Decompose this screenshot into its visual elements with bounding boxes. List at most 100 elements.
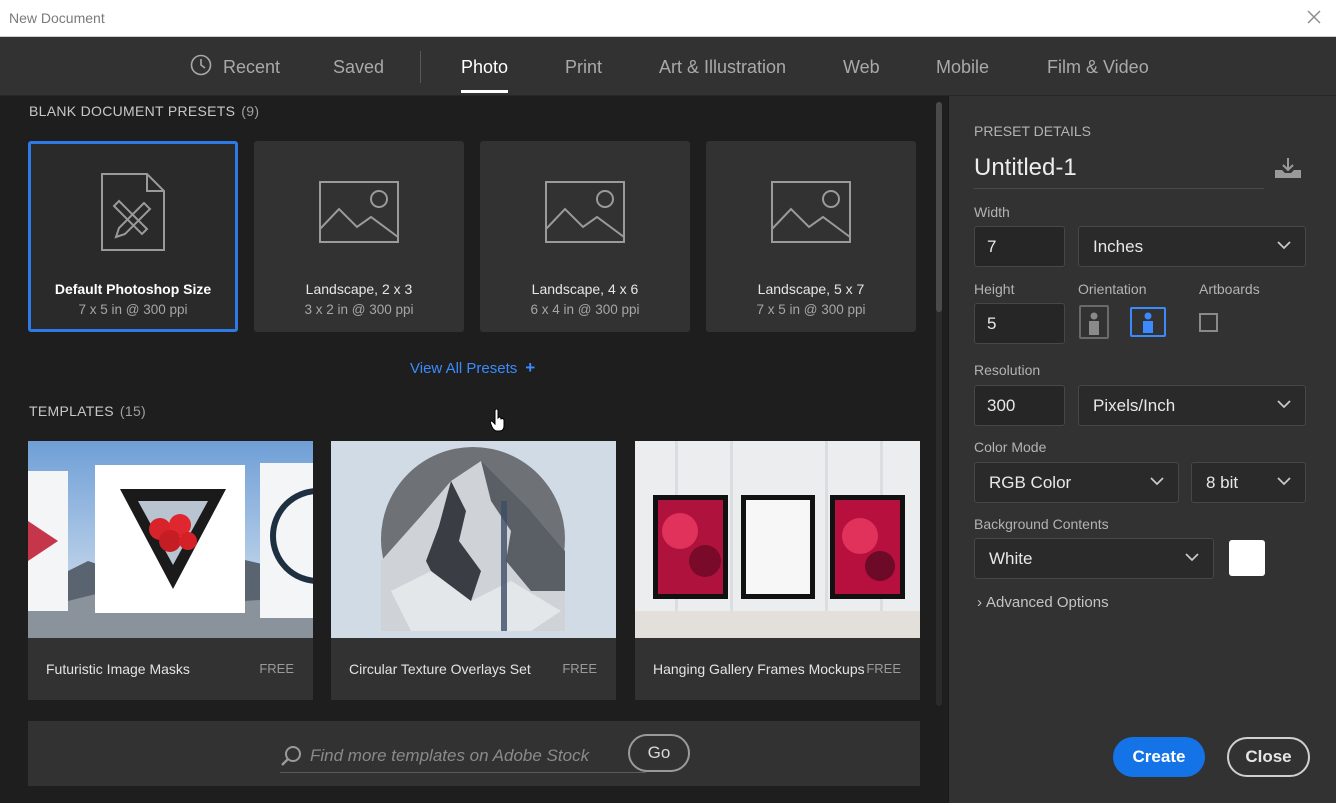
landscape-orientation-button[interactable]: [1130, 307, 1166, 337]
search-icon: [281, 746, 301, 766]
preset-details-panel: PRESET DETAILS Untitled-1 Width 7 Inches…: [948, 96, 1336, 803]
artboards-label: Artboards: [1199, 281, 1260, 297]
templates-section-header: TEMPLATES (15): [29, 403, 146, 419]
presets-section-label: BLANK DOCUMENT PRESETS: [29, 103, 236, 119]
template-card-circular-texture[interactable]: Circular Texture Overlays Set FREE: [331, 441, 616, 700]
height-input[interactable]: 5: [974, 303, 1065, 344]
artboards-checkbox[interactable]: [1199, 313, 1218, 332]
close-button[interactable]: Close: [1227, 737, 1310, 777]
resolution-input[interactable]: 300: [974, 385, 1065, 426]
templates-count: (15): [119, 403, 147, 419]
tab-print[interactable]: Print: [565, 57, 602, 78]
preset-name: Landscape, 4 x 6: [531, 281, 639, 297]
preset-name: Landscape, 5 x 7: [757, 281, 865, 297]
color-mode-select[interactable]: RGB Color: [974, 462, 1179, 503]
active-tab-underline: [461, 90, 509, 93]
template-name: Circular Texture Overlays Set: [349, 661, 531, 677]
templates-section-label: TEMPLATES: [29, 403, 114, 419]
template-price: FREE: [562, 661, 597, 676]
width-label: Width: [974, 204, 1010, 220]
view-all-presets-link[interactable]: View All Presets +: [410, 358, 535, 378]
background-color-swatch[interactable]: [1229, 540, 1265, 576]
resolution-label: Resolution: [974, 362, 1041, 378]
advanced-options-toggle[interactable]: › Advanced Options: [977, 594, 1109, 611]
tab-film-video[interactable]: Film & Video: [1047, 57, 1149, 78]
preset-details: 6 x 4 in @ 300 ppi: [530, 302, 640, 317]
preset-name: Default Photoshop Size: [54, 281, 212, 297]
chevron-down-icon: [1277, 477, 1291, 486]
width-unit-select[interactable]: Inches: [1078, 226, 1306, 267]
title-bar: New Document: [0, 0, 1336, 37]
chevron-right-icon: ›: [977, 594, 982, 611]
resolution-unit-value: Pixels/Inch: [1093, 396, 1176, 415]
template-price: FREE: [259, 661, 294, 676]
color-mode-value: RGB Color: [989, 473, 1072, 492]
preset-details: 7 x 5 in @ 300 ppi: [756, 302, 866, 317]
document-pencil-ruler-icon: [101, 173, 165, 251]
template-thumbnail-futuristic-masks: [28, 441, 313, 638]
chevron-down-icon: [1185, 553, 1199, 562]
background-contents-label: Background Contents: [974, 516, 1109, 532]
image-placeholder-icon: [771, 181, 851, 243]
presets-section-header: BLANK DOCUMENT PRESETS (9): [29, 103, 259, 119]
advanced-options-label: Advanced Options: [986, 594, 1109, 611]
stock-search-input[interactable]: [310, 743, 640, 769]
portrait-orientation-button[interactable]: [1079, 305, 1109, 339]
width-unit-value: Inches: [1093, 237, 1144, 256]
window-title: New Document: [9, 10, 105, 26]
scrollbar-thumb[interactable]: [936, 102, 942, 312]
template-name: Futuristic Image Masks: [46, 661, 190, 677]
presets-panel: BLANK DOCUMENT PRESETS (9) Default Photos…: [0, 96, 948, 803]
go-button[interactable]: Go: [628, 734, 690, 772]
tab-recent[interactable]: Recent: [223, 57, 280, 78]
template-card-gallery-frames[interactable]: Hanging Gallery Frames Mockups FREE: [635, 441, 920, 700]
save-preset-icon[interactable]: [1273, 156, 1303, 180]
create-button[interactable]: Create: [1113, 737, 1205, 777]
preset-details: 3 x 2 in @ 300 ppi: [304, 302, 414, 317]
background-contents-select[interactable]: White: [974, 538, 1214, 579]
stock-search-field: [280, 741, 646, 773]
portrait-person-icon: [1089, 312, 1099, 335]
template-thumbnail-circular-texture: [331, 441, 616, 638]
chevron-down-icon: [1277, 241, 1291, 250]
orientation-label: Orientation: [1078, 281, 1147, 297]
image-placeholder-icon: [545, 181, 625, 243]
template-name: Hanging Gallery Frames Mockups: [653, 661, 865, 677]
height-label: Height: [974, 281, 1015, 297]
tab-art-illustration[interactable]: Art & Illustration: [659, 57, 786, 78]
landscape-person-icon: [1143, 312, 1153, 333]
plus-icon: +: [525, 358, 536, 377]
resolution-unit-select[interactable]: Pixels/Inch: [1078, 385, 1306, 426]
mouse-cursor-icon: [490, 409, 505, 432]
tab-web[interactable]: Web: [843, 57, 880, 78]
adobe-stock-search-bar: Go: [28, 721, 920, 786]
template-card-futuristic-masks[interactable]: Futuristic Image Masks FREE: [28, 441, 313, 700]
close-icon[interactable]: [1306, 9, 1322, 25]
preset-card-landscape-2x3[interactable]: Landscape, 2 x 3 3 x 2 in @ 300 ppi: [254, 141, 464, 332]
tab-photo[interactable]: Photo: [461, 57, 509, 93]
presets-count: (9): [241, 103, 260, 119]
template-thumbnail-gallery-frames: [635, 441, 920, 638]
preset-card-landscape-4x6[interactable]: Landscape, 4 x 6 6 x 4 in @ 300 ppi: [480, 141, 690, 332]
preset-card-landscape-5x7[interactable]: Landscape, 5 x 7 7 x 5 in @ 300 ppi: [706, 141, 916, 332]
document-name-field[interactable]: Untitled-1: [974, 154, 1264, 189]
view-all-presets-label: View All Presets: [410, 360, 518, 377]
tab-saved[interactable]: Saved: [333, 57, 384, 78]
clock-icon: [190, 54, 212, 76]
chevron-down-icon: [1150, 477, 1164, 486]
preset-card-default[interactable]: Default Photoshop Size 7 x 5 in @ 300 pp…: [28, 141, 238, 332]
preset-name: Landscape, 2 x 3: [305, 281, 413, 297]
preset-details-header: PRESET DETAILS: [974, 123, 1091, 139]
presets-scrollbar[interactable]: [936, 102, 942, 706]
template-price: FREE: [866, 661, 901, 676]
color-mode-label: Color Mode: [974, 439, 1047, 455]
category-tabs: Recent Saved Photo Print Art & Illustrat…: [0, 37, 1336, 96]
preset-details: 7 x 5 in @ 300 ppi: [78, 302, 188, 317]
bit-depth-select[interactable]: 8 bit: [1191, 462, 1306, 503]
bit-depth-value: 8 bit: [1206, 473, 1239, 492]
tab-divider: [420, 51, 421, 83]
tab-photo-label: Photo: [461, 57, 509, 77]
width-input[interactable]: 7: [974, 226, 1065, 267]
tab-mobile[interactable]: Mobile: [936, 57, 989, 78]
chevron-down-icon: [1277, 400, 1291, 409]
